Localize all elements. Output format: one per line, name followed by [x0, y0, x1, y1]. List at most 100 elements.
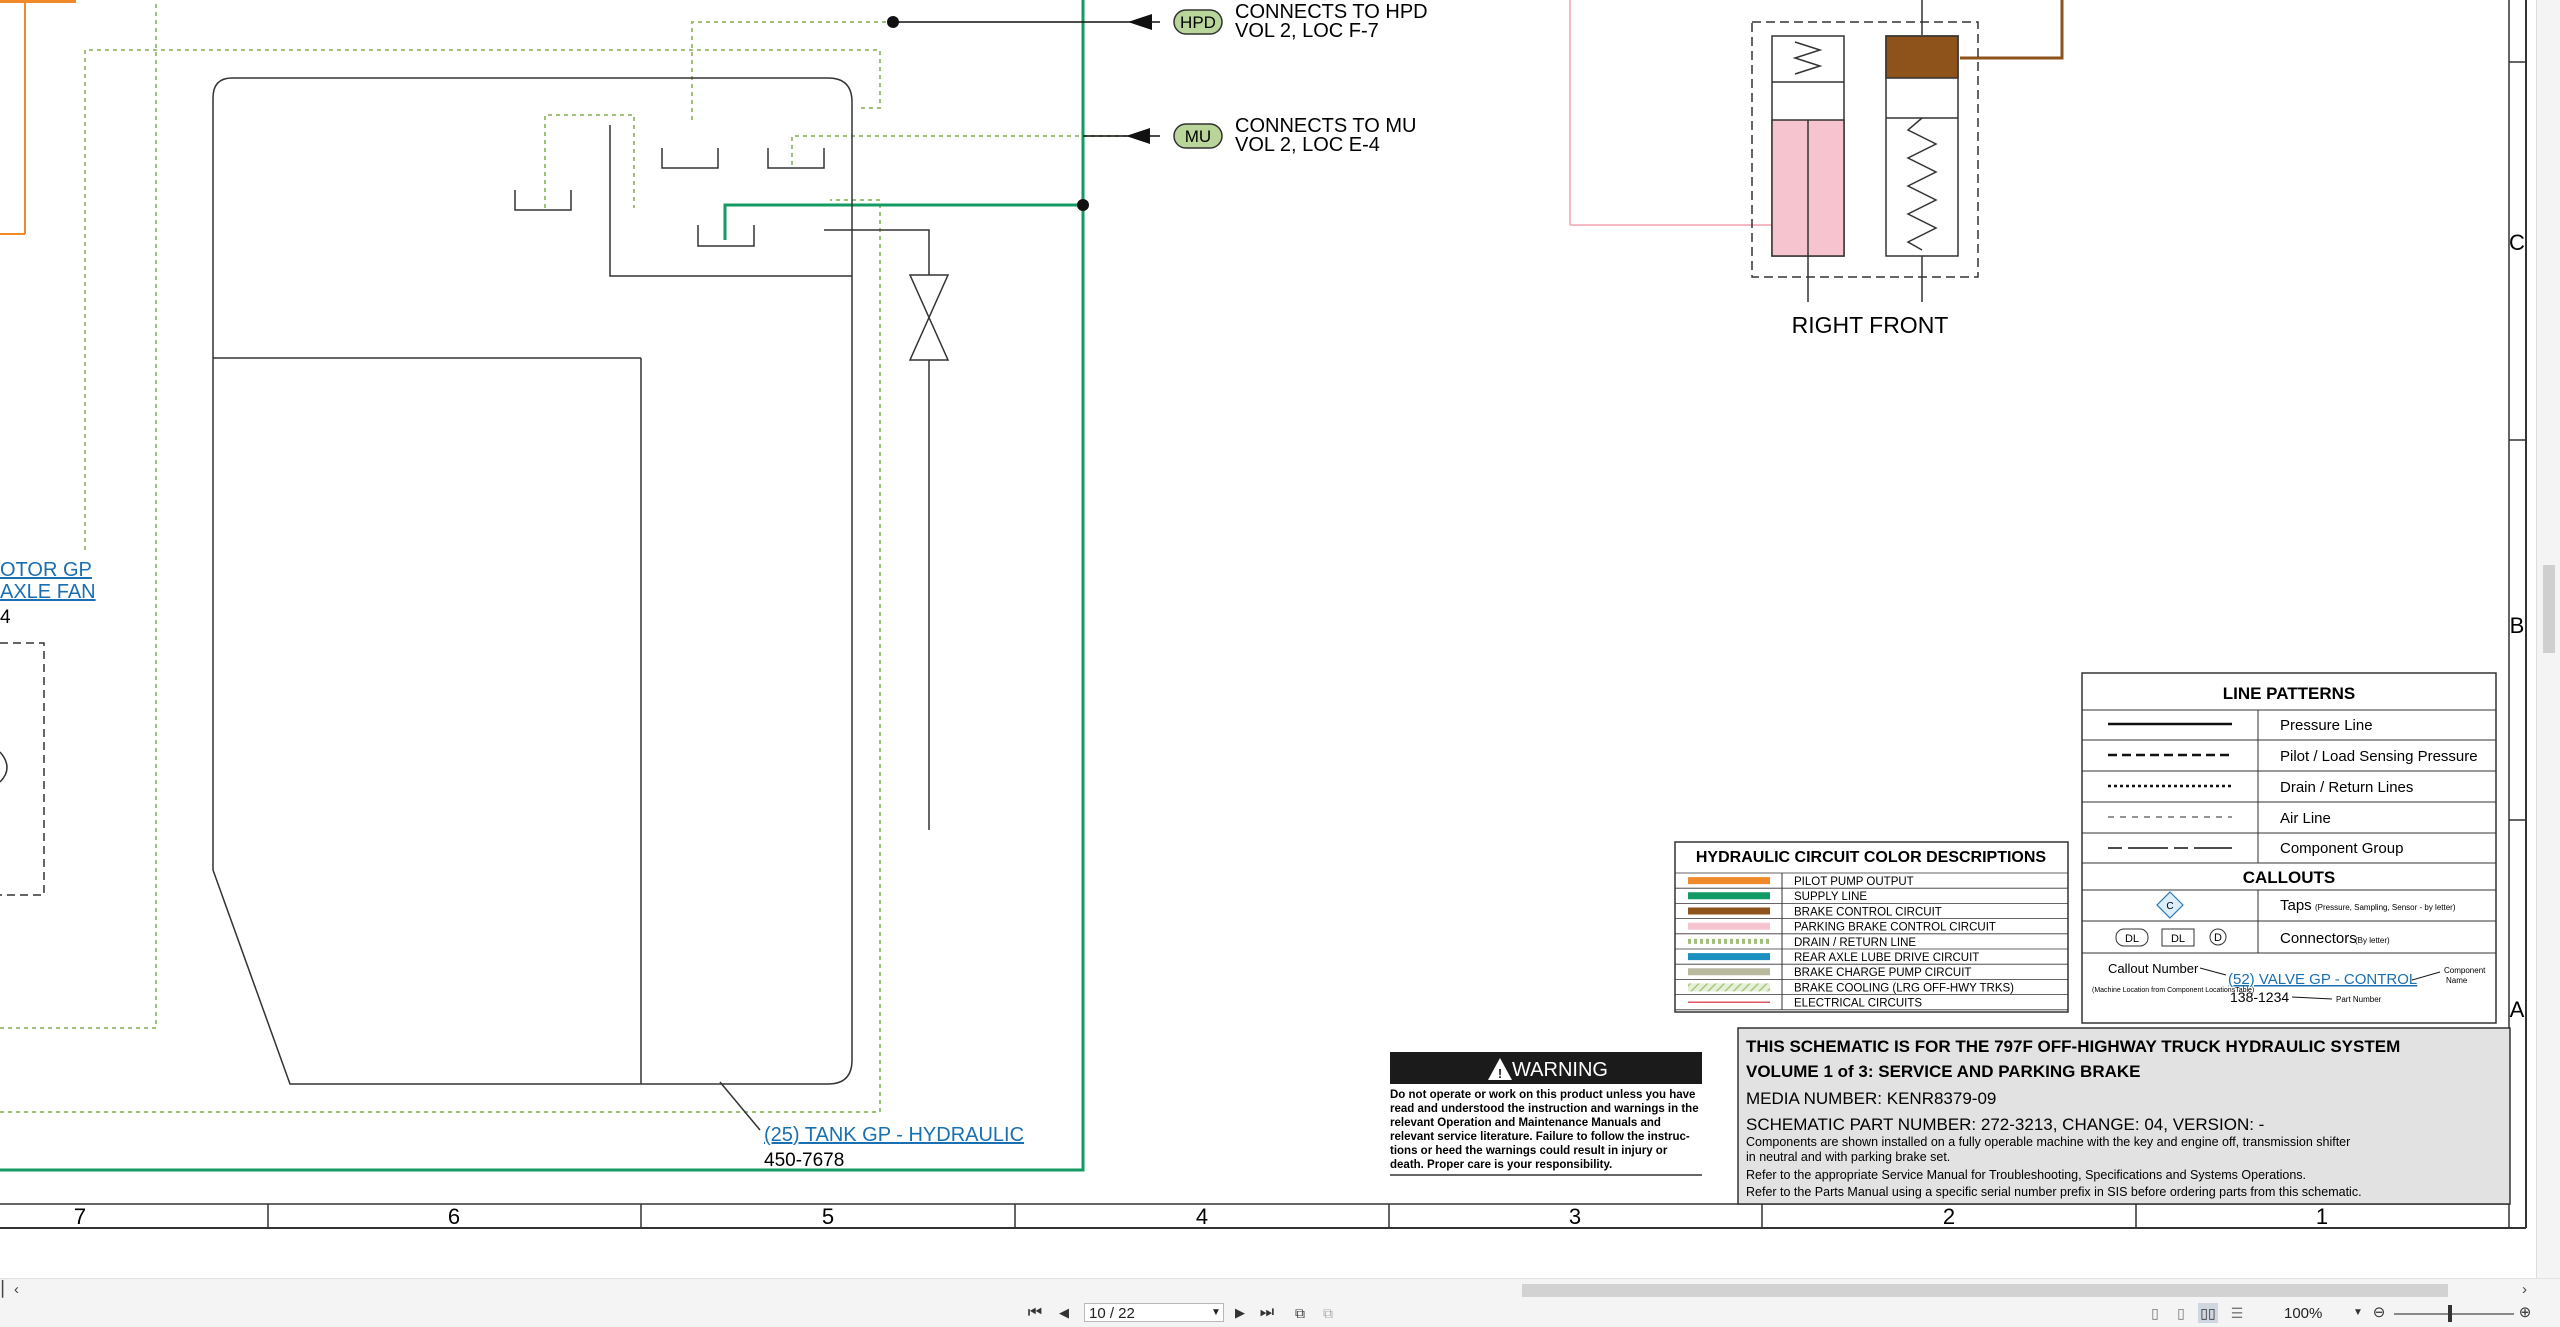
zone-number: 2 — [1943, 1204, 1955, 1229]
warning-line: relevant service literature. Failure to … — [1390, 1131, 1690, 1143]
warning-line: Do not operate or work on this product u… — [1390, 1089, 1695, 1101]
continuous-two-page-icon[interactable]: ☰ — [2228, 1303, 2246, 1323]
hpd-tag: HPD — [1180, 13, 1216, 32]
tank-label[interactable]: (25) TANK GP - HYDRAULIC 450-7678 — [764, 1124, 1024, 1171]
vertical-scrollbar[interactable] — [2536, 0, 2560, 1278]
title-block: THIS SCHEMATIC IS FOR THE 797F OFF-HIGHW… — [1737, 1027, 2511, 1205]
pattern-label: Pilot / Load Sensing Pressure — [2280, 748, 2478, 765]
next-page-button[interactable]: ▶ — [1232, 1303, 1248, 1323]
scroll-left-icon[interactable]: ‹ — [14, 1281, 19, 1299]
zone-number: 1 — [2316, 1204, 2328, 1229]
zoom-dropdown-icon[interactable]: ▼ — [2352, 1303, 2364, 1323]
viewer-toolbar: ⏮ ◀ 10 / 22 ▼ ▶ ⏭ ⧉ ⧉ ▯ ▯ ▯▯ ☰ 100% ▼ ⊖ … — [0, 1300, 2560, 1327]
zone-number: 5 — [822, 1204, 834, 1229]
motor-link-1[interactable]: OTOR GP — [0, 559, 92, 581]
zone-letters: C B A — [2509, 230, 2525, 1022]
title-line-1: THIS SCHEMATIC IS FOR THE 797F OFF-HIGHW… — [1746, 1037, 2400, 1056]
callouts-title: CALLOUTS — [2243, 868, 2336, 887]
vertical-scroll-thumb[interactable] — [2543, 565, 2555, 653]
title-line-4: SCHEMATIC PART NUMBER: 272-3213, CHANGE:… — [1746, 1115, 2264, 1134]
zone-numbers: 7 6 5 4 3 2 1 — [74, 1204, 2328, 1229]
junction-dot — [1077, 199, 1089, 211]
zone-number: 4 — [1196, 1204, 1208, 1229]
page-dropdown-icon[interactable]: ▼ — [1208, 1303, 1224, 1322]
previous-page-button[interactable]: ◀ — [1056, 1303, 1072, 1323]
tank-link[interactable]: (25) TANK GP - HYDRAULIC — [764, 1124, 1024, 1146]
left-component[interactable]: OTOR GP AXLE FAN 4 — [0, 559, 96, 896]
pattern-label: Pressure Line — [2280, 717, 2373, 734]
scroll-left-edge: ▏ — [2, 1281, 14, 1298]
callout-number: Callout Number — [2108, 961, 2199, 976]
scroll-right-icon[interactable]: › — [2522, 1281, 2527, 1299]
zone-letter: C — [2509, 230, 2525, 255]
component-name: Component — [2444, 966, 2486, 975]
zoom-in-icon[interactable]: ⊕ — [2516, 1303, 2534, 1323]
connector-icon-label: DL — [2125, 933, 2139, 945]
color-label: DRAIN / RETURN LINE — [1794, 937, 1916, 949]
tap-icon-letter: C — [2166, 901, 2173, 912]
page-layout-alt-icon[interactable]: ⧉ — [1318, 1303, 1338, 1323]
hpd-line2: VOL 2, LOC F-7 — [1235, 20, 1379, 42]
zone-number: 7 — [74, 1204, 86, 1229]
line-patterns-title: LINE PATTERNS — [2223, 684, 2356, 703]
motor-part: 4 — [0, 607, 11, 628]
page-layout-icon[interactable]: ⧉ — [1290, 1303, 1310, 1323]
taps-label: Taps — [2280, 897, 2312, 914]
color-swatch — [1688, 983, 1770, 992]
zoom-slider-track[interactable] — [2394, 1313, 2514, 1315]
warning-title: WARNING — [1512, 1059, 1608, 1081]
mu-line2: VOL 2, LOC E-4 — [1235, 134, 1380, 156]
mu-tag: MU — [1185, 127, 1211, 146]
first-page-button[interactable]: ⏮ — [1026, 1303, 1044, 1323]
color-label: BRAKE COOLING (LRG OFF-HWY TRKS) — [1794, 982, 2014, 994]
connector-hpd[interactable]: HPD CONNECTS TO HPD VOL 2, LOC F-7 — [893, 1, 1428, 42]
pattern-label: Component Group — [2280, 840, 2403, 857]
color-label: PILOT PUMP OUTPUT — [1794, 876, 1914, 888]
title-line-8: Refer to the Parts Manual using a specif… — [1746, 1185, 2362, 1199]
title-line-3: MEDIA NUMBER: KENR8379-09 — [1746, 1089, 1996, 1108]
zoom-out-icon[interactable]: ⊖ — [2370, 1303, 2388, 1323]
supply-line — [0, 0, 1085, 1172]
tank-part: 450-7678 — [764, 1150, 844, 1171]
connectors-label: Connectors — [2280, 930, 2357, 947]
color-label: ELECTRICAL CIRCUITS — [1794, 998, 1922, 1010]
last-page-button[interactable]: ⏭ — [1258, 1303, 1276, 1323]
zoom-level[interactable]: 100% — [2284, 1304, 2322, 1323]
color-label: PARKING BRAKE CONTROL CIRCUIT — [1794, 922, 1996, 934]
page-number-input[interactable]: 10 / 22 — [1084, 1303, 1224, 1322]
zone-number: 3 — [1569, 1204, 1581, 1229]
zone-number: 6 — [448, 1204, 460, 1229]
title-line-6: in neutral and with parking brake set. — [1746, 1150, 1950, 1164]
connector-mu[interactable]: MU CONNECTS TO MU VOL 2, LOC E-4 — [1083, 115, 1417, 156]
right-front-brake[interactable]: RIGHT FRONT — [1569, 0, 2064, 338]
taps-small: (Pressure, Sampling, Sensor - by letter) — [2315, 903, 2456, 912]
pattern-label: Air Line — [2280, 810, 2331, 827]
horizontal-scrollbar[interactable]: ▏ ‹ › — [0, 1278, 2560, 1301]
zoom-slider-knob[interactable] — [2448, 1305, 2452, 1322]
right-front-label: RIGHT FRONT — [1792, 312, 1949, 338]
title-line-7: Refer to the appropriate Service Manual … — [1746, 1168, 2306, 1182]
single-page-view-icon[interactable]: ▯ — [2146, 1303, 2164, 1323]
color-label: REAR AXLE LUBE DRIVE CIRCUIT — [1794, 952, 1979, 964]
pattern-label: Drain / Return Lines — [2280, 779, 2413, 796]
line-patterns-legend: LINE PATTERNS Pressure Line Pilot / Load… — [2081, 672, 2497, 1024]
callout-part: 138-1234 — [2230, 989, 2289, 1005]
warning-line: relevant Operation and Maintenance Manua… — [1390, 1117, 1661, 1129]
horizontal-scroll-thumb[interactable] — [1522, 1284, 2448, 1297]
component-name-2: Name — [2446, 976, 2468, 985]
svg-text:!: ! — [1498, 1066, 1502, 1081]
connector-icon-label: D — [2214, 932, 2222, 944]
hydraulic-tank[interactable] — [212, 77, 950, 1131]
color-legend-title: HYDRAULIC CIRCUIT COLOR DESCRIPTIONS — [1696, 849, 2047, 866]
zone-letter: A — [2510, 997, 2525, 1022]
motor-link-2[interactable]: AXLE FAN — [0, 581, 96, 603]
warning-box: ! WARNING Do not operate or work on this… — [1390, 1052, 1702, 1176]
color-label: SUPPLY LINE — [1794, 891, 1867, 903]
zone-letter: B — [2510, 613, 2525, 638]
warning-line: death. Proper care is your responsibilit… — [1390, 1159, 1612, 1171]
warning-line: tions or heed the warnings could result … — [1390, 1145, 1668, 1157]
two-page-view-icon[interactable]: ▯▯ — [2198, 1303, 2218, 1323]
title-line-5: Components are shown installed on a full… — [1746, 1135, 2350, 1149]
color-label: BRAKE CONTROL CIRCUIT — [1794, 906, 1942, 918]
continuous-view-icon[interactable]: ▯ — [2172, 1303, 2190, 1323]
